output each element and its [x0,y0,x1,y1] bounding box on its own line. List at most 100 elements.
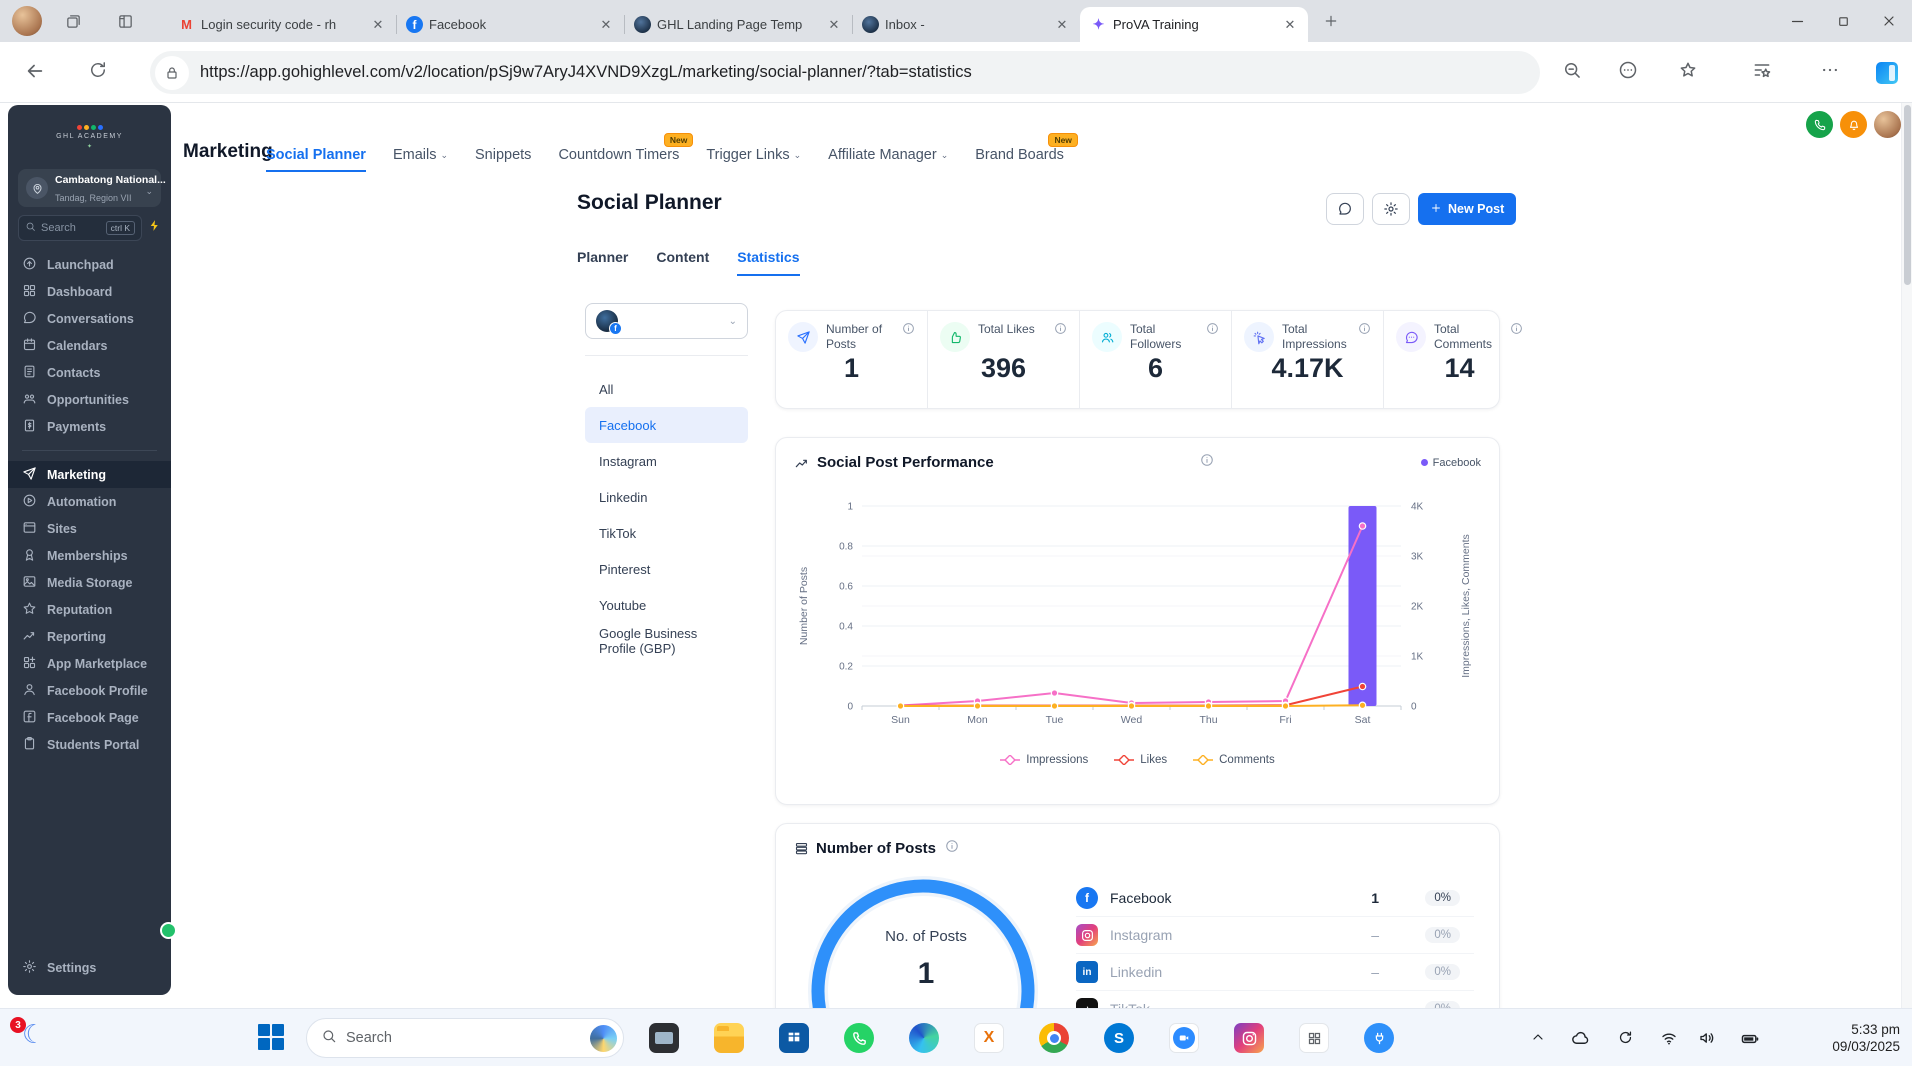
favorite-star-icon[interactable] [1678,60,1698,85]
filter-instagram[interactable]: Instagram [585,443,748,479]
sidebar-item-memberships[interactable]: Memberships [8,542,171,569]
tab-groups-icon[interactable] [56,0,90,42]
url-input[interactable]: https://app.gohighlevel.com/v2/location/… [150,51,1540,94]
browser-tab-login-security-code-rh[interactable]: M Login security code - rh ✕ [168,7,396,42]
sidebar-item-facebook-profile[interactable]: Facebook Profile [8,677,171,704]
onedrive-cloud-icon[interactable] [1571,1029,1590,1048]
browser-profile-avatar[interactable] [12,6,42,36]
taskbar-app-calculator-icon[interactable] [1298,1022,1330,1054]
weather-widget[interactable]: ☾ 3 [10,1017,54,1057]
maximize-button[interactable] [1820,0,1866,42]
browser-tab-inbox[interactable]: Inbox - ✕ [852,7,1080,42]
sidebar-item-dashboard[interactable]: Dashboard [8,278,171,305]
filter-linkedin[interactable]: Linkedin [585,479,748,515]
browser-tab-ghl-landing-page-temp[interactable]: GHL Landing Page Temp ✕ [624,7,852,42]
location-switcher[interactable]: Cambatong National... Tandag, Region VII… [18,169,166,207]
profile-select[interactable]: ⌄ [585,303,748,339]
taskbar-app-instagram-icon[interactable] [1233,1022,1265,1054]
sidebar-item-app-marketplace[interactable]: App Marketplace [8,650,171,677]
more-tools-icon[interactable] [1618,60,1638,85]
taskbar-clock[interactable]: 5:33 pm 09/03/2025 [1832,1021,1900,1056]
sidebar-item-students-portal[interactable]: Students Portal [8,731,171,758]
sidebar-item-calendars[interactable]: Calendars [8,332,171,359]
tab-close-icon[interactable]: ✕ [824,15,844,35]
legend-item-impressions[interactable]: Impressions [1000,754,1088,766]
sidebar-item-conversations[interactable]: Conversations [8,305,171,332]
browser-tab-prova-training[interactable]: ✦ ProVA Training ✕ [1080,7,1308,42]
volume-icon[interactable] [1698,1029,1716,1047]
close-window-button[interactable] [1866,0,1912,42]
nav-item-trigger-links[interactable]: Trigger Links ⌄ [706,147,801,172]
taskbar-app-xapp-icon[interactable]: X [973,1022,1005,1054]
wifi-icon[interactable] [1660,1029,1678,1047]
taskbar-app-zoom-icon[interactable] [1168,1022,1200,1054]
tab-close-icon[interactable]: ✕ [368,15,388,35]
taskbar-app-edge-icon[interactable] [908,1022,940,1054]
filter-pinterest[interactable]: Pinterest [585,551,748,587]
browser-tab-facebook[interactable]: f Facebook ✕ [396,7,624,42]
sidebar-search-input[interactable]: Search ctrl K [18,215,142,241]
sidebar-item-sites[interactable]: Sites [8,515,171,542]
filter-youtube[interactable]: Youtube [585,587,748,623]
tray-expand-chevron-icon[interactable] [1530,1029,1546,1045]
nav-item-affiliate-manager[interactable]: Affiliate Manager ⌄ [828,147,948,172]
vertical-tabs-icon[interactable] [108,0,142,42]
taskbar-app-chrome-icon[interactable] [1038,1022,1070,1054]
info-icon[interactable] [1206,322,1219,352]
taskbar-app-plugin-icon[interactable] [1363,1022,1395,1054]
info-icon[interactable] [902,322,915,352]
help-status-badge[interactable] [160,922,177,939]
sidebar-item-payments[interactable]: Payments [8,413,171,440]
sync-icon[interactable] [1617,1029,1634,1046]
nav-item-social-planner[interactable]: Social Planner [266,147,366,172]
browser-sidebar-icon[interactable] [1876,62,1898,84]
scrollbar-thumb[interactable] [1904,105,1911,285]
legend-item-likes[interactable]: Likes [1114,754,1167,766]
filter-all[interactable]: All [585,371,748,407]
favorites-bar-icon[interactable] [1752,60,1772,85]
nav-item-countdown-timers[interactable]: Countdown Timers New [558,133,694,172]
user-avatar[interactable] [1874,111,1901,138]
sidebar-item-marketing[interactable]: Marketing [8,461,171,488]
tab-close-icon[interactable]: ✕ [596,15,616,35]
info-icon[interactable] [1054,322,1067,352]
tab-planner[interactable]: Planner [577,249,628,276]
sidebar-item-launchpad[interactable]: Launchpad [8,251,171,278]
browser-menu-icon[interactable] [1820,60,1840,85]
sidebar-item-media-storage[interactable]: Media Storage [8,569,171,596]
taskbar-search-input[interactable]: Search [306,1018,624,1058]
new-tab-button[interactable] [1314,4,1348,38]
nav-item-brand-boards[interactable]: Brand Boards New [975,133,1078,172]
notifications-bell-icon[interactable] [1840,111,1867,138]
lock-icon[interactable] [155,55,189,90]
quick-actions-bolt-icon[interactable] [148,219,161,237]
start-button[interactable] [258,1024,284,1050]
filter-facebook[interactable]: Facebook [585,407,748,443]
info-icon[interactable] [1200,453,1214,472]
taskbar-app-laptop-icon[interactable] [648,1022,680,1054]
minimize-button[interactable] [1774,0,1820,42]
sidebar-item-contacts[interactable]: Contacts [8,359,171,386]
info-icon[interactable] [945,839,959,858]
tab-content[interactable]: Content [656,249,709,276]
taskbar-app-skype-icon[interactable]: S [1103,1022,1135,1054]
sidebar-item-reputation[interactable]: Reputation [8,596,171,623]
tab-close-icon[interactable]: ✕ [1052,15,1072,35]
tab-statistics[interactable]: Statistics [737,249,800,276]
battery-icon[interactable] [1740,1029,1760,1049]
phone-icon[interactable] [1806,111,1833,138]
sidebar-item-reporting[interactable]: Reporting [8,623,171,650]
sidebar-item-facebook-page[interactable]: Facebook Page [8,704,171,731]
sidebar-item-opportunities[interactable]: Opportunities [8,386,171,413]
back-icon[interactable] [24,60,46,87]
filter-tiktok[interactable]: TikTok [585,515,748,551]
refresh-icon[interactable] [88,60,108,85]
info-icon[interactable] [1510,322,1523,352]
taskbar-app-whatsapp-icon[interactable] [843,1022,875,1054]
sidebar-item-automation[interactable]: Automation [8,488,171,515]
scrollbar-track[interactable] [1901,103,1912,1008]
sidebar-item-settings[interactable]: Settings [8,954,171,981]
info-icon[interactable] [1358,322,1371,352]
nav-item-emails[interactable]: Emails ⌄ [393,147,448,172]
zoom-out-icon[interactable] [1562,60,1582,85]
